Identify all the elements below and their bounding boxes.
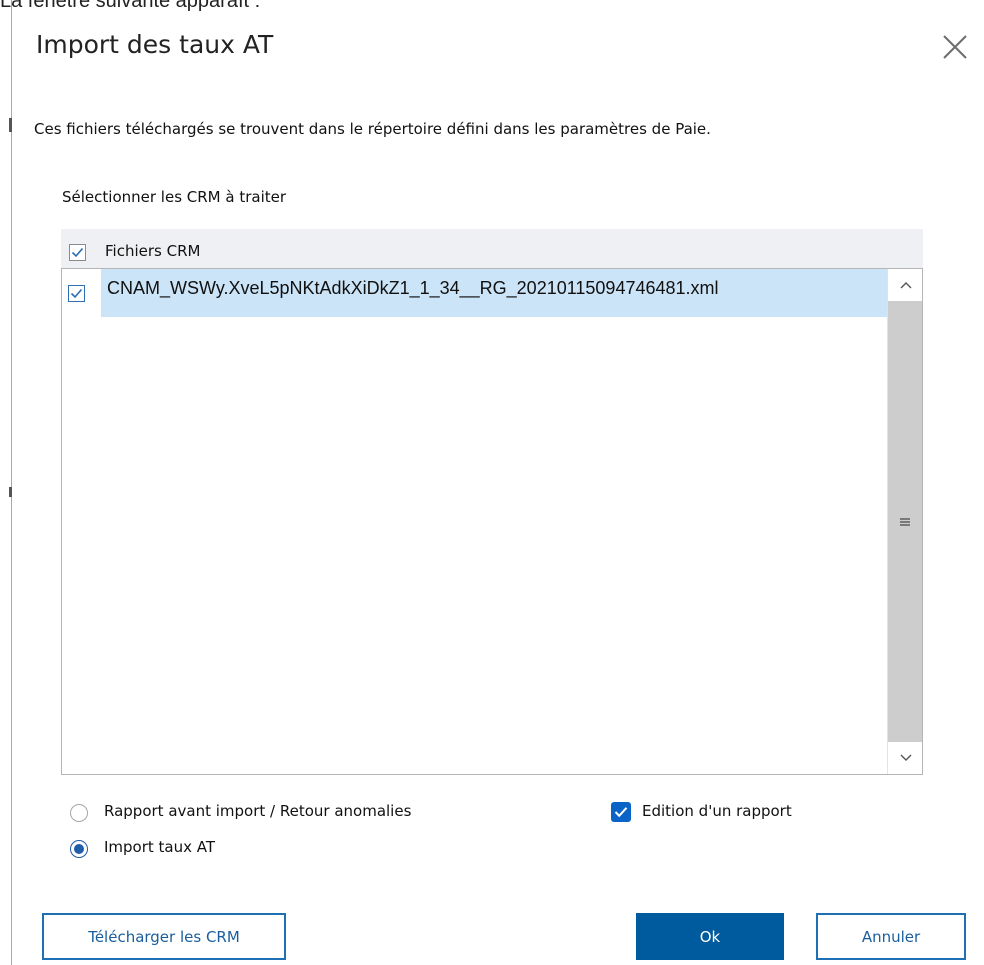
vertical-scrollbar[interactable] xyxy=(887,269,922,774)
ok-button[interactable]: Ok xyxy=(636,913,784,960)
scroll-thumb[interactable] xyxy=(888,301,922,742)
list-item[interactable]: CNAM_WSWy.XveL5pNKtAdkXiDkZ1_1_34__RG_20… xyxy=(62,269,887,317)
select-all-checkbox[interactable] xyxy=(69,244,86,261)
download-crm-button[interactable]: Télécharger les CRM xyxy=(42,913,286,960)
check-icon xyxy=(614,807,628,818)
import-dialog: Import des taux AT Ces fichiers téléchar… xyxy=(12,12,984,965)
dialog-title: Import des taux AT xyxy=(36,30,274,59)
grip-icon xyxy=(900,517,910,526)
cancel-button[interactable]: Annuler xyxy=(816,913,966,960)
edition-rapport-label: Edition d'un rapport xyxy=(642,802,792,820)
section-label: Sélectionner les CRM à traiter xyxy=(62,188,287,206)
close-button[interactable] xyxy=(940,32,970,62)
scroll-down-button[interactable] xyxy=(888,742,923,774)
radio-rapport-label: Rapport avant import / Retour anomalies xyxy=(104,802,412,820)
close-icon xyxy=(943,35,967,59)
check-icon xyxy=(70,288,83,299)
scroll-up-button[interactable] xyxy=(888,269,923,301)
file-name: CNAM_WSWy.XveL5pNKtAdkXiDkZ1_1_34__RG_20… xyxy=(101,269,887,317)
radio-import[interactable] xyxy=(70,840,88,858)
row-checkbox[interactable] xyxy=(68,285,85,302)
chevron-up-icon xyxy=(900,282,911,289)
row-checkbox-cell xyxy=(62,269,101,317)
radio-import-label: Import taux AT xyxy=(104,838,216,856)
edition-rapport-checkbox[interactable] xyxy=(611,802,631,822)
crm-file-list[interactable]: CNAM_WSWy.XveL5pNKtAdkXiDkZ1_1_34__RG_20… xyxy=(61,268,923,775)
chevron-down-icon xyxy=(900,754,911,761)
info-text: Ces fichiers téléchargés se trouvent dan… xyxy=(34,120,711,138)
radio-rapport[interactable] xyxy=(70,804,88,822)
check-icon xyxy=(71,247,84,258)
grid-header-label: Fichiers CRM xyxy=(105,242,201,260)
page-caption: La fenêtre suivante apparaît : xyxy=(0,0,261,12)
